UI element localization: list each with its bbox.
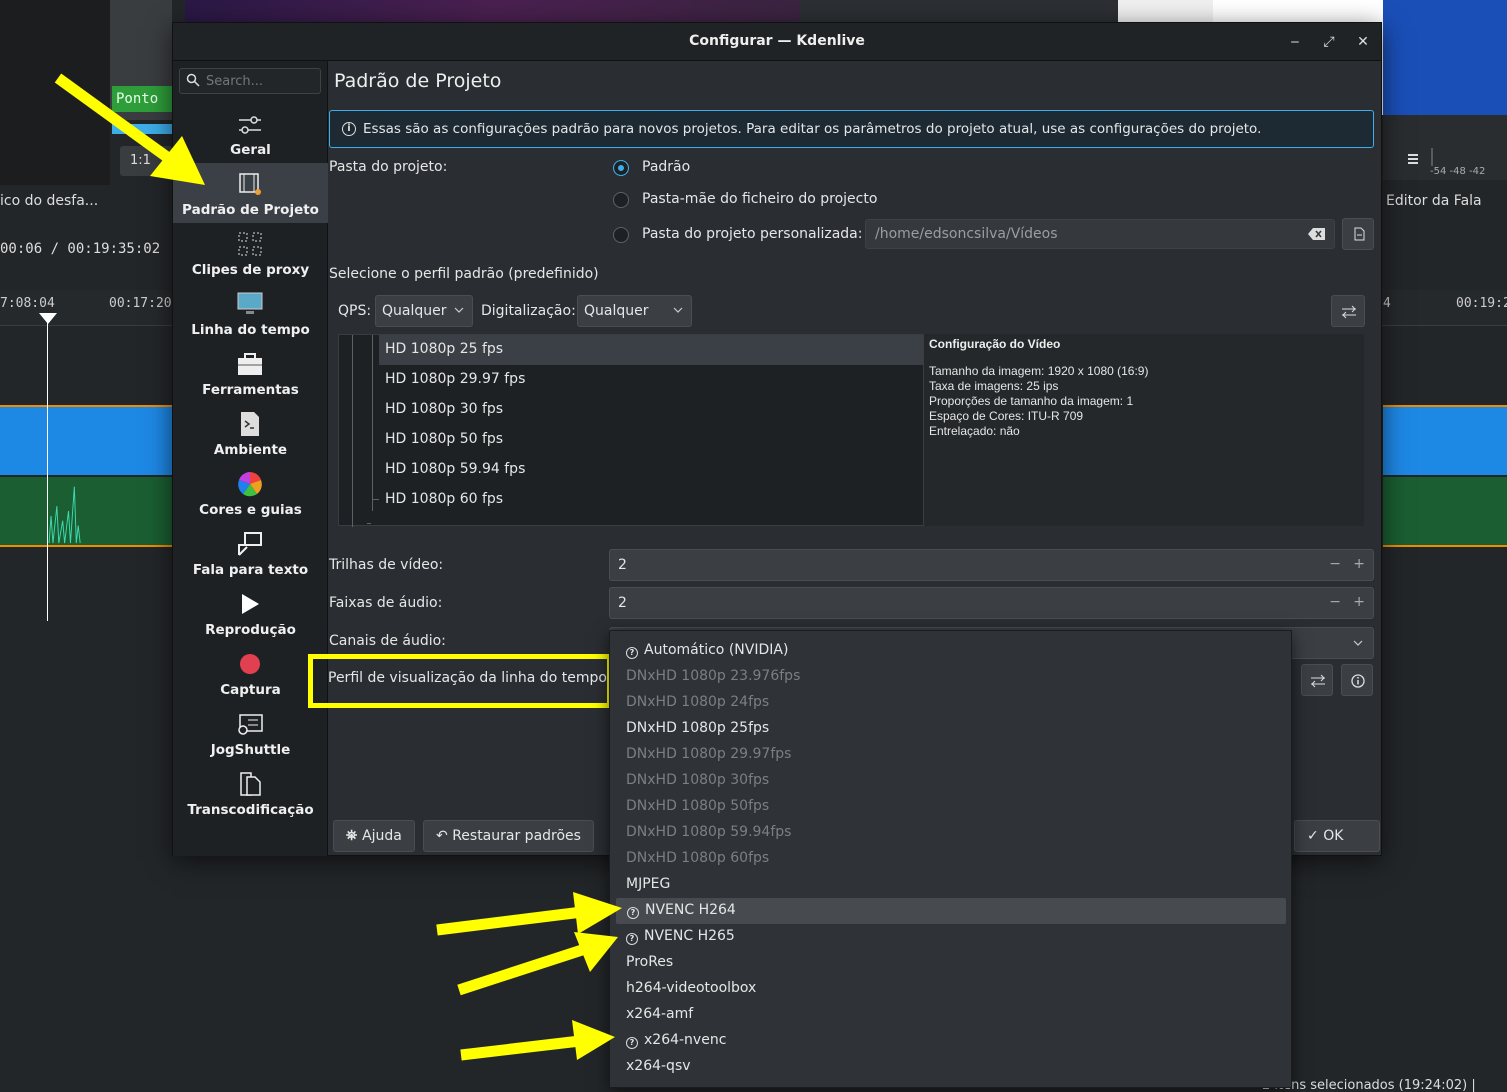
arrow-icon: [457, 932, 618, 996]
arrow-icon: [54, 73, 205, 185]
arrow-icon: [460, 1020, 615, 1061]
annotation-arrows: [54, 73, 622, 1061]
arrow-icon: [436, 892, 622, 936]
